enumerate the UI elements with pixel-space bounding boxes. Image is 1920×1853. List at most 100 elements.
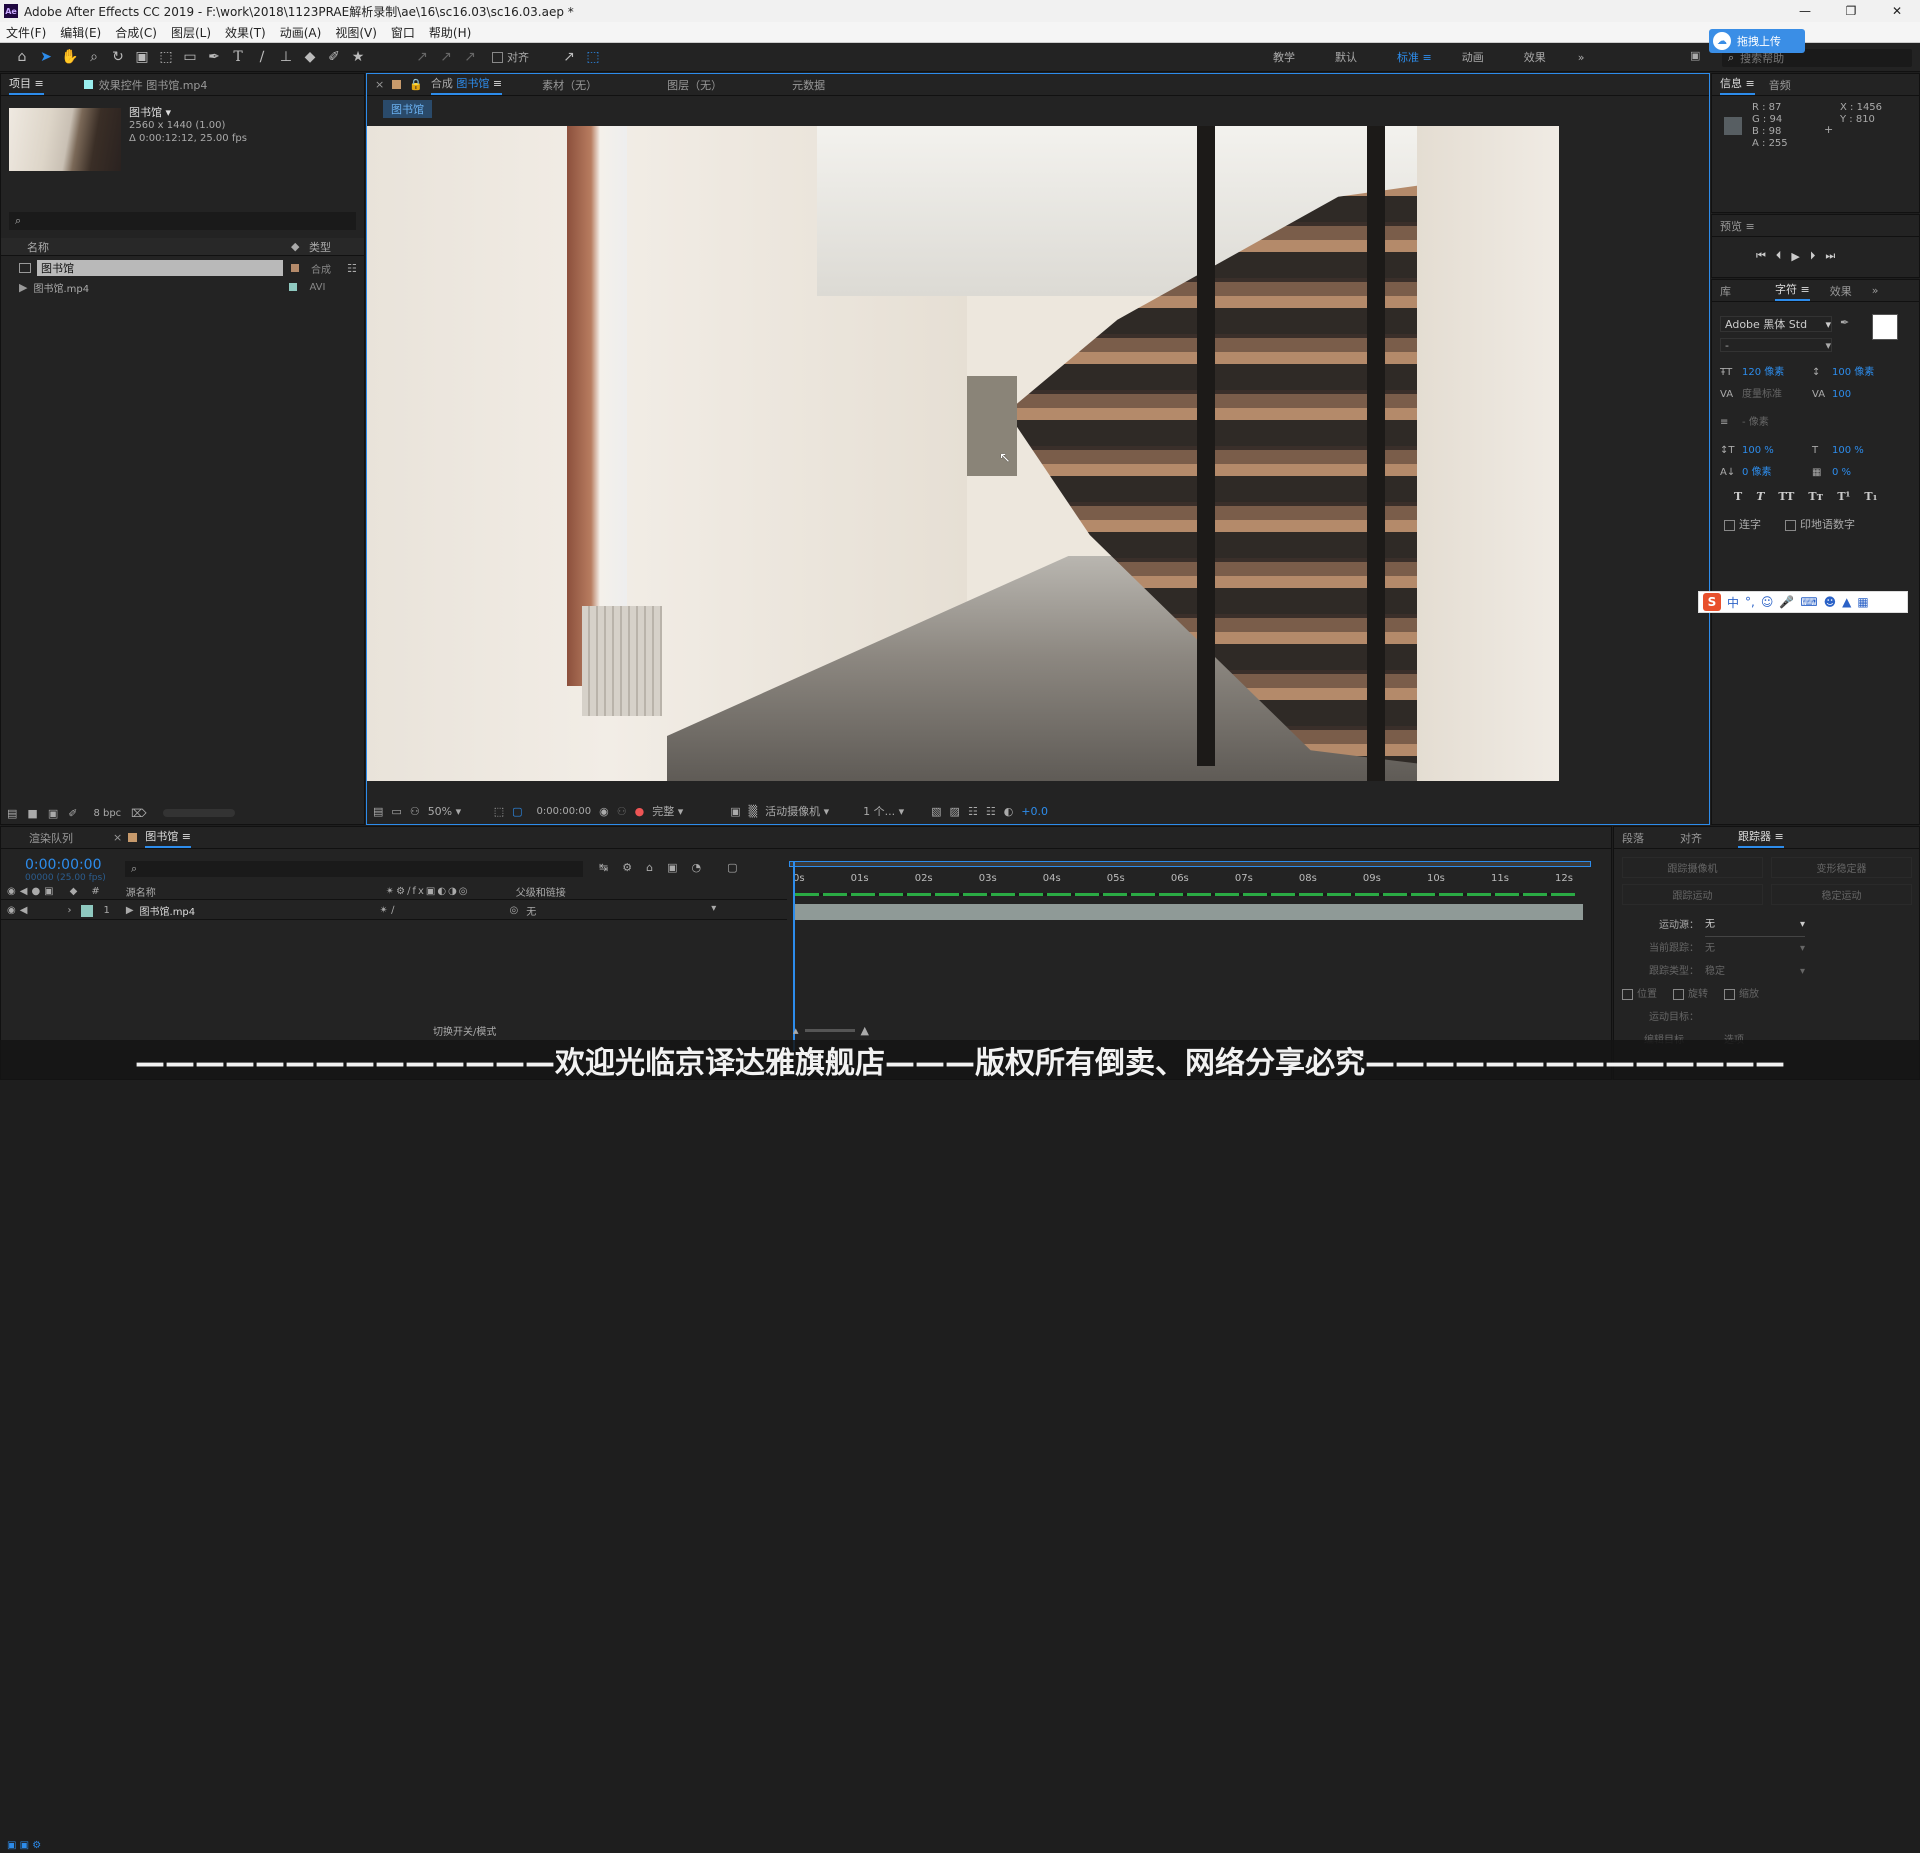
skin-icon[interactable]: ▲ bbox=[1842, 595, 1851, 609]
flowchart-icon[interactable]: ☷ bbox=[986, 805, 996, 818]
layer-row[interactable]: ◉ ◀ › 1 ▶ 图书馆.mp4 ✴ ∕ ◎ 无 ▾ bbox=[1, 902, 787, 920]
adjust-icon[interactable]: ✐ bbox=[68, 807, 77, 820]
tab-paragraph[interactable]: 段落 bbox=[1622, 830, 1644, 846]
ime-language-toggle[interactable]: 中 bbox=[1727, 594, 1739, 611]
menu-layer[interactable]: 图层(L) bbox=[171, 24, 211, 41]
thumbnail-slider[interactable] bbox=[162, 809, 235, 817]
user-icon[interactable]: ☻ bbox=[1824, 595, 1837, 609]
expand-arrow-icon[interactable]: › bbox=[67, 905, 71, 916]
transparency-grid-icon[interactable]: ▒ bbox=[749, 805, 757, 818]
subscript-button[interactable]: T₁ bbox=[1864, 490, 1877, 503]
timeline-zoom[interactable]: ▴ ▲ bbox=[793, 1023, 883, 1037]
zoom-slider[interactable] bbox=[804, 1028, 855, 1032]
zoom-out-icon[interactable]: ▴ bbox=[793, 1024, 799, 1037]
layer-audio-icon[interactable]: ◀ bbox=[20, 905, 28, 916]
keyboard-icon[interactable]: ⌨ bbox=[1800, 595, 1817, 609]
kerning-value[interactable]: 度量标准 bbox=[1742, 384, 1812, 406]
workspace-learn[interactable]: 教学 bbox=[1273, 49, 1295, 65]
zoom-in-icon[interactable]: ▲ bbox=[861, 1024, 869, 1037]
snap-icon[interactable]: ↗ bbox=[559, 47, 579, 67]
sync-settings-icon[interactable]: ▣ bbox=[1690, 49, 1700, 62]
comp-breadcrumb[interactable]: 图书馆 bbox=[383, 100, 432, 118]
tsume-value[interactable]: 0 % bbox=[1832, 462, 1851, 484]
views-dropdown[interactable]: 1 个... ▾ bbox=[863, 803, 923, 819]
lock-icon[interactable]: 🔒 bbox=[409, 78, 423, 91]
toggle-pixel-icon[interactable]: ▧ bbox=[931, 805, 941, 818]
channel-icon[interactable]: ● bbox=[635, 805, 645, 818]
tab-timeline-comp[interactable]: 图书馆 ≡ bbox=[145, 828, 191, 848]
font-size-value[interactable]: 120 像素 bbox=[1742, 362, 1812, 384]
work-area-bar[interactable] bbox=[789, 861, 1591, 867]
tracking-value[interactable]: 100 bbox=[1832, 384, 1851, 406]
hindi-digits-checkbox[interactable]: 印地语数字 bbox=[1785, 516, 1855, 532]
scale-checkbox[interactable]: 缩放 bbox=[1724, 983, 1759, 1006]
col-type[interactable]: 类型 bbox=[309, 239, 331, 255]
layer-visibility-icon[interactable]: ◉ bbox=[7, 905, 16, 916]
project-item-name[interactable]: 图书馆 ▾ bbox=[129, 106, 247, 119]
roto-brush-tool-icon[interactable]: ✐ bbox=[324, 47, 344, 67]
monitor-icon[interactable]: ▭ bbox=[391, 805, 401, 818]
track-type-dropdown[interactable]: 稳定 ▾ bbox=[1705, 960, 1805, 983]
reset-exposure-icon[interactable]: ▨ bbox=[950, 805, 960, 818]
roi-icon[interactable]: ▣ bbox=[730, 805, 740, 818]
camera-dropdown[interactable]: 活动摄像机 ▾ bbox=[765, 803, 855, 819]
baseline-value[interactable]: 0 像素 bbox=[1742, 462, 1812, 484]
motion-source-dropdown[interactable]: 无 ▾ bbox=[1705, 913, 1805, 937]
faux-italic-button[interactable]: T bbox=[1756, 490, 1764, 503]
type-tool-icon[interactable]: T bbox=[228, 47, 248, 67]
track-motion-button[interactable]: 跟踪运动 bbox=[1622, 884, 1763, 905]
tab-composition[interactable]: 合成 图书馆 ≡ bbox=[430, 75, 503, 95]
tab-audio[interactable]: 音频 bbox=[1769, 77, 1791, 93]
workspace-default[interactable]: 默认 bbox=[1335, 49, 1357, 65]
tab-library[interactable]: 库 bbox=[1720, 283, 1731, 299]
layer-name[interactable]: 图书馆.mp4 bbox=[140, 903, 380, 918]
pickwhip-icon[interactable]: ◎ bbox=[510, 905, 519, 916]
track-camera-button[interactable]: 跟踪摄像机 bbox=[1622, 857, 1763, 878]
timeline-search-input[interactable]: ⌕ bbox=[125, 861, 583, 877]
camera-tool-icon[interactable]: ▣ bbox=[132, 47, 152, 67]
col-name[interactable]: 名称 bbox=[27, 239, 291, 255]
fit-icon[interactable]: ⬚ bbox=[494, 805, 504, 818]
tab-metadata[interactable]: 元数据 bbox=[792, 77, 825, 93]
exposure-value[interactable]: +0.0 bbox=[1021, 805, 1048, 818]
workspace-effects[interactable]: 效果 bbox=[1524, 49, 1546, 65]
mask-view-icon[interactable]: ⚇ bbox=[410, 805, 420, 818]
menu-composition[interactable]: 合成(C) bbox=[115, 24, 157, 41]
warp-stabilizer-button[interactable]: 变形稳定器 bbox=[1771, 857, 1912, 878]
tab-align[interactable]: 对齐 bbox=[1680, 830, 1702, 846]
tab-info[interactable]: 信息 ≡ bbox=[1720, 75, 1755, 95]
emoji-icon[interactable]: ☺ bbox=[1761, 595, 1774, 609]
layer-label-chip[interactable] bbox=[81, 904, 94, 917]
col-source-name[interactable]: 源名称 bbox=[126, 884, 386, 899]
rectangle-tool-icon[interactable]: ▭ bbox=[180, 47, 200, 67]
pen-tool-icon[interactable]: ✒ bbox=[204, 47, 224, 67]
leading-value[interactable]: 100 像素 bbox=[1832, 362, 1874, 384]
next-frame-icon[interactable]: ⏵ bbox=[1810, 249, 1816, 263]
snapshot-icon[interactable]: ◉ bbox=[599, 805, 609, 818]
show-snapshot-icon[interactable]: ⚇ bbox=[617, 805, 627, 818]
puppet-tool-icon[interactable]: ★ bbox=[348, 47, 368, 67]
rotate-tool-icon[interactable]: ↻ bbox=[108, 47, 128, 67]
solo-icon[interactable]: ● bbox=[31, 886, 40, 897]
vertical-scale-value[interactable]: 100 % bbox=[1742, 440, 1812, 462]
label-column-icon[interactable]: ◆ bbox=[70, 886, 78, 897]
clone-stamp-tool-icon[interactable]: ⊥ bbox=[276, 47, 296, 67]
tab-effects-presets[interactable]: 效果 bbox=[1830, 283, 1852, 299]
parent-dropdown[interactable]: 无 ▾ bbox=[526, 903, 716, 918]
always-preview-icon[interactable]: ▤ bbox=[373, 805, 383, 818]
tab-effect-controls[interactable]: 效果控件 图书馆.mp4 bbox=[99, 77, 208, 93]
zoom-dropdown[interactable]: 50% ▾ bbox=[428, 805, 486, 818]
col-parent[interactable]: 父级和链接 bbox=[516, 884, 566, 899]
menu-edit[interactable]: 编辑(E) bbox=[60, 24, 101, 41]
shy-icon[interactable]: ⌂ bbox=[646, 861, 653, 874]
audio-icon[interactable]: ◀ bbox=[20, 886, 28, 897]
current-time[interactable]: 0:00:00:00 bbox=[537, 806, 592, 817]
stroke-width-value[interactable]: - 像素 bbox=[1742, 412, 1812, 434]
play-icon[interactable]: ▶ bbox=[1791, 250, 1799, 263]
upload-button[interactable]: ☁ 拖拽上传 bbox=[1709, 29, 1805, 53]
punctuation-icon[interactable]: °, bbox=[1745, 595, 1755, 609]
current-track-dropdown[interactable]: 无 ▾ bbox=[1705, 937, 1805, 960]
bit-depth[interactable]: 8 bpc bbox=[93, 808, 121, 819]
motion-blur-icon[interactable]: ◔ bbox=[691, 861, 701, 874]
tab-render-queue[interactable]: 渲染队列 bbox=[29, 830, 73, 846]
